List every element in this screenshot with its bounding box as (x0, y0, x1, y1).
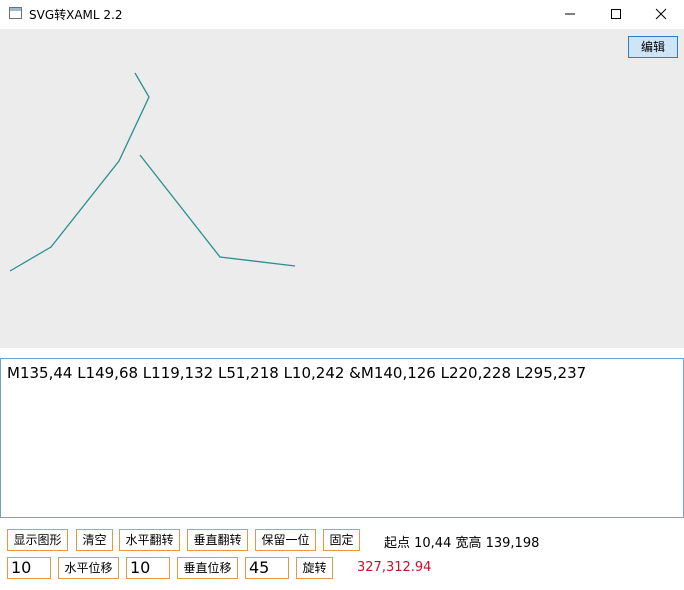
rotate-button[interactable]: 旋转 (296, 557, 333, 579)
flip-vertical-button[interactable]: 垂直翻转 (187, 529, 248, 551)
app-icon (9, 7, 22, 19)
fix-button[interactable]: 固定 (323, 529, 360, 551)
window-title: SVG转XAML 2.2 (29, 8, 123, 22)
maximize-icon (611, 9, 621, 19)
minimize-button[interactable] (547, 0, 593, 29)
path-data-text: M135,44 L149,68 L119,132 L51,218 L10,242… (7, 364, 587, 382)
show-shape-button[interactable]: 显示图形 (7, 529, 68, 551)
app-window: SVG转XAML 2.2 编辑 M135,44 L149,68 L119,132… (0, 0, 684, 590)
maximize-button[interactable] (593, 0, 639, 29)
v-offset-button[interactable]: 垂直位移 (177, 557, 238, 579)
cursor-coords: 327,312.94 (357, 560, 432, 575)
clear-button[interactable]: 清空 (76, 529, 113, 551)
path-segment-1 (9, 72, 150, 272)
edit-button[interactable]: 编辑 (628, 36, 678, 58)
v-offset-input[interactable]: 10 (126, 557, 170, 579)
flip-horizontal-button[interactable]: 水平翻转 (119, 529, 180, 551)
drawing-canvas[interactable]: 编辑 (0, 29, 684, 348)
path-preview (9, 72, 296, 272)
shape-info-text: 起点 10,44 宽高 139,198 (384, 536, 540, 551)
path-data-input[interactable]: M135,44 L149,68 L119,132 L51,218 L10,242… (0, 358, 684, 518)
h-offset-input[interactable]: 10 (7, 557, 51, 579)
close-icon (655, 8, 667, 20)
h-offset-button[interactable]: 水平位移 (58, 557, 119, 579)
minimize-icon (565, 13, 575, 15)
path-segment-2 (139, 154, 296, 267)
rotate-angle-input[interactable]: 45 (245, 557, 289, 579)
keep-one-decimal-button[interactable]: 保留一位 (255, 529, 316, 551)
title-bar: SVG转XAML 2.2 (0, 0, 684, 29)
close-button[interactable] (638, 0, 684, 29)
